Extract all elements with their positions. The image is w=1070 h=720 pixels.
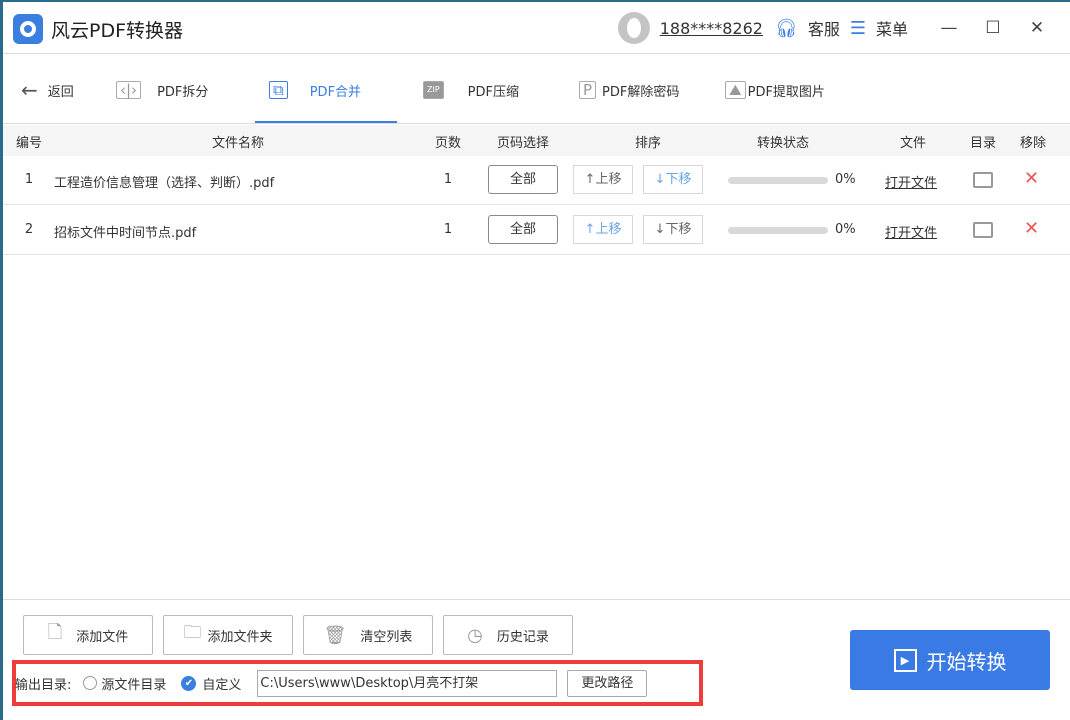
col-folder: 目录 [969,136,996,151]
output-directory-row: 输出目录: 源文件目录 ✔ 自定义 C:\Users\www\Desktop\月… [15,664,648,702]
add-folder-button[interactable]: 🗀 添加文件夹 [163,615,293,655]
folder-icon[interactable] [973,172,993,188]
radio-custom-checked-icon[interactable]: ✔ [181,675,197,691]
col-remove: 移除 [1019,136,1046,151]
page-select-button[interactable]: 全部 [488,165,558,194]
col-filename: 文件名称 [211,136,264,151]
col-order: 排序 [634,136,661,151]
app-logo-icon [13,14,43,44]
add-file-label: 添加文件 [76,629,129,645]
maximize-button[interactable]: ☐ [976,18,1010,38]
tab-pdf-unlock[interactable]: P PDF解除密码 [579,56,679,124]
move-up-button[interactable]: ↑上移 [573,165,633,194]
add-folder-label: 添加文件夹 [207,629,273,645]
divider [3,123,1070,124]
output-path-input[interactable]: C:\Users\www\Desktop\月亮不打架 [257,669,558,697]
history-label: 历史记录 [496,629,549,645]
app-title: 风云PDF转换器 [51,19,184,42]
table-row: 2 招标文件中时间节点.pdf 1 全部 ↑上移 ↓下移 0% 打开文件 ✕ [3,205,1070,255]
row-filename: 工程造价信息管理（选择、判断）.pdf [54,176,275,191]
close-button[interactable]: ✕ [1020,18,1054,38]
service-button[interactable]: 客服 [808,16,840,40]
output-label: 输出目录: [15,677,72,693]
add-file-button[interactable]: 🗋 添加文件 [23,615,153,655]
arrow-left-icon: ← [21,78,38,102]
minimize-button[interactable]: — [932,18,966,38]
tab-label: PDF压缩 [467,84,519,100]
tab-pdf-extract-images[interactable]: ⛰ PDF提取图片 [725,56,825,124]
back-button[interactable]: ← 返回 [21,56,74,124]
col-page-select: 页码选择 [496,136,549,151]
split-icon: ‹|› [116,81,142,99]
app-title-bar: 风云PDF转换器 [13,9,183,49]
start-convert-button[interactable]: ▶ 开始转换 [850,630,1050,690]
tab-pdf-split[interactable]: ‹|› PDF拆分 [116,56,208,124]
row-index: 2 [24,222,34,237]
custom-label[interactable]: 自定义 [202,674,241,693]
avatar[interactable] [617,12,650,44]
start-convert-label: 开始转换 [926,649,1007,674]
tab-label: PDF拆分 [157,84,209,100]
progress-bar [728,227,828,234]
trash-icon: 🗑︎ [323,624,347,646]
tab-bar: ← 返回 ‹|› PDF拆分 ⧉ PDF合并 ZIP PDF压缩 P PDF解除… [3,56,1070,124]
history-button[interactable]: ◷ 历史记录 [443,615,573,655]
folder-icon[interactable] [973,222,993,238]
col-pages: 页数 [434,136,461,151]
source-dir-label[interactable]: 源文件目录 [101,674,166,693]
merge-icon: ⧉ [269,81,288,99]
divider [3,599,1070,600]
move-down-button[interactable]: ↓下移 [643,215,703,244]
open-file-link[interactable]: 打开文件 [885,222,937,241]
row-pages: 1 [443,172,453,187]
row-filename: 招标文件中时间节点.pdf [54,226,197,241]
folder-add-icon: 🗀 [183,622,202,643]
back-label: 返回 [47,84,74,100]
clock-icon: ◷ [467,624,483,646]
menu-list-icon: ☰ [849,17,866,39]
lock-open-icon: P [579,81,597,99]
change-path-button[interactable]: 更改路径 [567,669,648,697]
open-file-link[interactable]: 打开文件 [885,172,937,191]
table-header: 编号 文件名称 页数 页码选择 排序 转换状态 文件 目录 移除 [3,125,1070,156]
headset-icon: 🎧︎ [774,17,798,39]
row-index: 1 [24,172,34,187]
tab-label: PDF解除密码 [602,84,680,100]
clear-list-label: 清空列表 [360,629,413,645]
zip-icon: ZIP [423,81,444,99]
remove-icon[interactable]: ✕ [1024,218,1039,239]
play-icon: ▶ [893,648,917,672]
remove-icon[interactable]: ✕ [1024,168,1039,189]
move-up-button[interactable]: ↑上移 [573,215,633,244]
app-window: 风云PDF转换器 188****8262 🎧︎ 客服 ☰ 菜单 — ☐ ✕ ← … [3,2,1070,720]
row-pages: 1 [443,222,453,237]
tab-label: PDF提取图片 [747,84,825,100]
move-down-button[interactable]: ↓下移 [643,165,703,194]
file-add-icon: 🗋 [47,622,63,643]
col-file: 文件 [899,136,926,151]
progress-text: 0% [835,172,856,187]
progress-text: 0% [835,222,856,237]
divider [3,53,1070,54]
tab-pdf-compress[interactable]: ZIP PDF压缩 [423,56,519,124]
radio-source-dir[interactable] [83,676,98,690]
clear-list-button[interactable]: 🗑︎ 清空列表 [303,615,433,655]
user-account-link[interactable]: 188****8262 [660,19,763,38]
page-select-button[interactable]: 全部 [488,215,558,244]
image-icon: ⛰ [725,81,746,99]
menu-button[interactable]: 菜单 [876,16,908,40]
tab-pdf-merge[interactable]: ⧉ PDF合并 [255,56,397,124]
progress-bar [728,177,828,184]
col-index: 编号 [15,136,42,151]
tab-label: PDF合并 [309,84,362,100]
col-status: 转换状态 [756,136,809,151]
table-row: 1 工程造价信息管理（选择、判断）.pdf 1 全部 ↑上移 ↓下移 0% 打开… [3,155,1070,205]
